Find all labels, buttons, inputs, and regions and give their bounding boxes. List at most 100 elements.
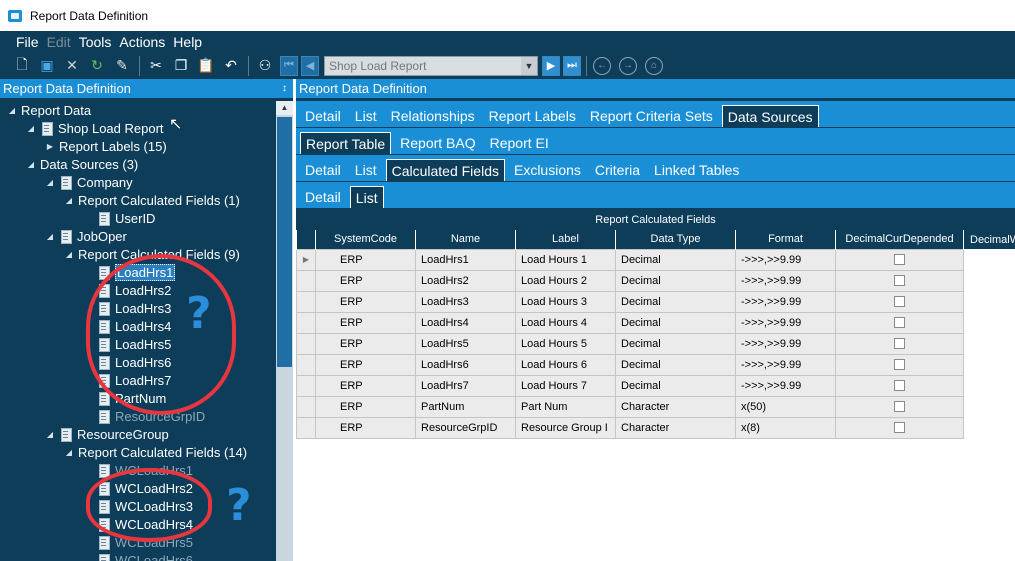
grid-cell[interactable]: Load Hours 4 <box>515 311 616 334</box>
grid-cell[interactable]: Load Hours 2 <box>515 269 616 292</box>
grid-cell[interactable] <box>963 270 1015 291</box>
tree-node[interactable]: ◢ Company <box>44 173 133 191</box>
grid-cell[interactable]: Decimal <box>615 311 736 334</box>
grid-cell[interactable]: ->>>,>>9.99 <box>735 353 836 376</box>
grid-cell[interactable]: ERP <box>315 374 416 397</box>
row-selector[interactable] <box>296 290 316 313</box>
column-header[interactable]: Format <box>735 230 836 249</box>
grid-cell[interactable]: Load Hours 3 <box>515 290 616 313</box>
copy-icon[interactable]: ❐ <box>171 56 191 76</box>
grid-cell[interactable]: Load Hours 7 <box>515 374 616 397</box>
checkbox[interactable] <box>894 401 905 413</box>
menu-edit[interactable]: Edit <box>47 34 71 50</box>
grid-cell[interactable]: Resource Group I <box>515 416 616 439</box>
tab-calc-list[interactable]: List <box>349 186 384 208</box>
grid-cell[interactable]: Character <box>615 416 736 439</box>
tab-report-labels[interactable]: Report Labels <box>484 105 581 127</box>
tree-node[interactable]: ◢ Shop Load Report <box>25 119 164 137</box>
expanded-icon[interactable]: ◢ <box>44 430 56 439</box>
checkbox[interactable] <box>894 296 905 308</box>
prev-record-icon[interactable]: ◀ <box>301 55 319 76</box>
tab-exclusions[interactable]: Exclusions <box>509 159 586 181</box>
checkbox[interactable] <box>894 275 905 287</box>
tab-report-baq[interactable]: Report BAQ <box>395 132 480 154</box>
table-row[interactable]: ERP ResourceGrpID Resource Group I Characte… <box>296 416 1015 439</box>
grid-cell[interactable] <box>963 249 1015 270</box>
row-selector[interactable] <box>296 416 316 439</box>
grid-cell[interactable]: ERP <box>315 311 416 334</box>
grid-cell[interactable]: LoadHrs6 <box>415 353 516 376</box>
grid-cell[interactable]: x(8) <box>735 416 836 439</box>
grid-cell[interactable]: ->>>,>>9.99 <box>735 290 836 313</box>
back-icon[interactable]: ← <box>593 56 611 75</box>
tab-report-criteria-sets[interactable]: Report Criteria Sets <box>585 105 718 127</box>
save-icon[interactable]: ▣ <box>37 56 57 76</box>
grid-cell[interactable]: ERP <box>315 269 416 292</box>
menu-help[interactable]: Help <box>173 34 202 50</box>
column-header[interactable]: SystemCode <box>315 230 416 249</box>
new-icon[interactable]: 🗋 <box>12 56 32 76</box>
tree-node[interactable]: ◢ Report Calculated Fields (1) <box>63 191 240 209</box>
column-header[interactable]: DecimalW <box>963 230 1015 249</box>
grid-cell[interactable]: Decimal <box>615 374 736 397</box>
grid-cell[interactable]: ->>>,>>9.99 <box>735 332 836 355</box>
first-record-icon[interactable]: ⏮ <box>280 55 298 76</box>
grid-cell[interactable]: Decimal <box>615 353 736 376</box>
tree-node[interactable]: ◢ ResourceGroup <box>44 425 169 443</box>
grid-cell[interactable]: Decimal <box>615 248 736 271</box>
checkbox[interactable] <box>894 422 905 434</box>
grid-cell[interactable]: ->>>,>>9.99 <box>735 269 836 292</box>
column-header[interactable]: Name <box>415 230 516 249</box>
expanded-icon[interactable]: ◢ <box>25 160 37 169</box>
grid-cell[interactable]: LoadHrs3 <box>415 290 516 313</box>
checkbox[interactable] <box>894 338 905 350</box>
column-header[interactable]: DecimalCurDepended <box>835 230 964 249</box>
grid-cell[interactable]: Part Num <box>515 395 616 418</box>
grid-cell[interactable] <box>963 291 1015 312</box>
grid-cell[interactable]: ERP <box>315 248 416 271</box>
home-icon[interactable]: ⌂ <box>645 56 663 75</box>
grid-cell[interactable] <box>963 312 1015 333</box>
tree-node[interactable]: ▶ Report Labels (15) <box>44 137 167 155</box>
tree-scrollbar[interactable]: ▲ <box>276 101 293 561</box>
grid-cell[interactable]: ERP <box>315 290 416 313</box>
grid-cell[interactable]: x(50) <box>735 395 836 418</box>
search-icon[interactable]: ⚇ <box>255 56 275 76</box>
checkbox[interactable] <box>894 254 905 266</box>
scrollbar-thumb[interactable] <box>277 117 292 367</box>
grid-cell[interactable]: LoadHrs4 <box>415 311 516 334</box>
checkbox[interactable] <box>894 359 905 371</box>
grid-cell[interactable]: LoadHrs2 <box>415 269 516 292</box>
expanded-icon[interactable]: ◢ <box>6 106 18 115</box>
grid-cell[interactable]: Decimal <box>615 269 736 292</box>
tab-calc-detail[interactable]: Detail <box>300 186 346 208</box>
grid-cell[interactable]: ERP <box>315 416 416 439</box>
grid-cell[interactable]: ERP <box>315 395 416 418</box>
tab-table-list[interactable]: List <box>350 159 382 181</box>
tree-node[interactable]: ◢ Report Calculated Fields (14) <box>63 443 247 461</box>
expanded-icon[interactable]: ◢ <box>44 178 56 187</box>
next-record-icon[interactable]: ▶ <box>542 55 560 76</box>
tab-detail[interactable]: Detail <box>300 105 346 127</box>
tab-report-table[interactable]: Report Table <box>300 132 392 154</box>
forward-icon[interactable]: → <box>619 56 637 75</box>
tab-criteria[interactable]: Criteria <box>590 159 645 181</box>
checkbox[interactable] <box>894 317 905 329</box>
tree-node[interactable]: ◢ Report Data <box>6 101 91 119</box>
grid-cell[interactable]: Load Hours 1 <box>515 248 616 271</box>
menu-tools[interactable]: Tools <box>79 34 112 50</box>
table-row[interactable]: ▶ ERP LoadHrs1 Load Hours 1 Decimal ->>>,>>9.… <box>296 248 1015 271</box>
tab-data-sources[interactable]: Data Sources <box>721 105 819 127</box>
table-row[interactable]: ERP PartNum Part Num Character x(50) <box>296 395 1015 418</box>
grid-cell[interactable]: ERP <box>315 353 416 376</box>
grid-cell[interactable]: ->>>,>>9.99 <box>735 311 836 334</box>
refresh-icon[interactable]: ↻ <box>87 56 107 76</box>
table-row[interactable]: ERP LoadHrs4 Load Hours 4 Decimal ->>>,>>9.9… <box>296 311 1015 334</box>
grid-cell[interactable]: LoadHrs5 <box>415 332 516 355</box>
pin-icon[interactable]: ↕ <box>282 83 287 94</box>
checkbox[interactable] <box>894 380 905 392</box>
grid-cell[interactable]: LoadHrs7 <box>415 374 516 397</box>
eraser-icon[interactable]: ✎ <box>112 56 132 76</box>
tab-relationships[interactable]: Relationships <box>386 105 480 127</box>
table-row[interactable]: ERP LoadHrs2 Load Hours 2 Decimal ->>>,>>9.9… <box>296 269 1015 292</box>
